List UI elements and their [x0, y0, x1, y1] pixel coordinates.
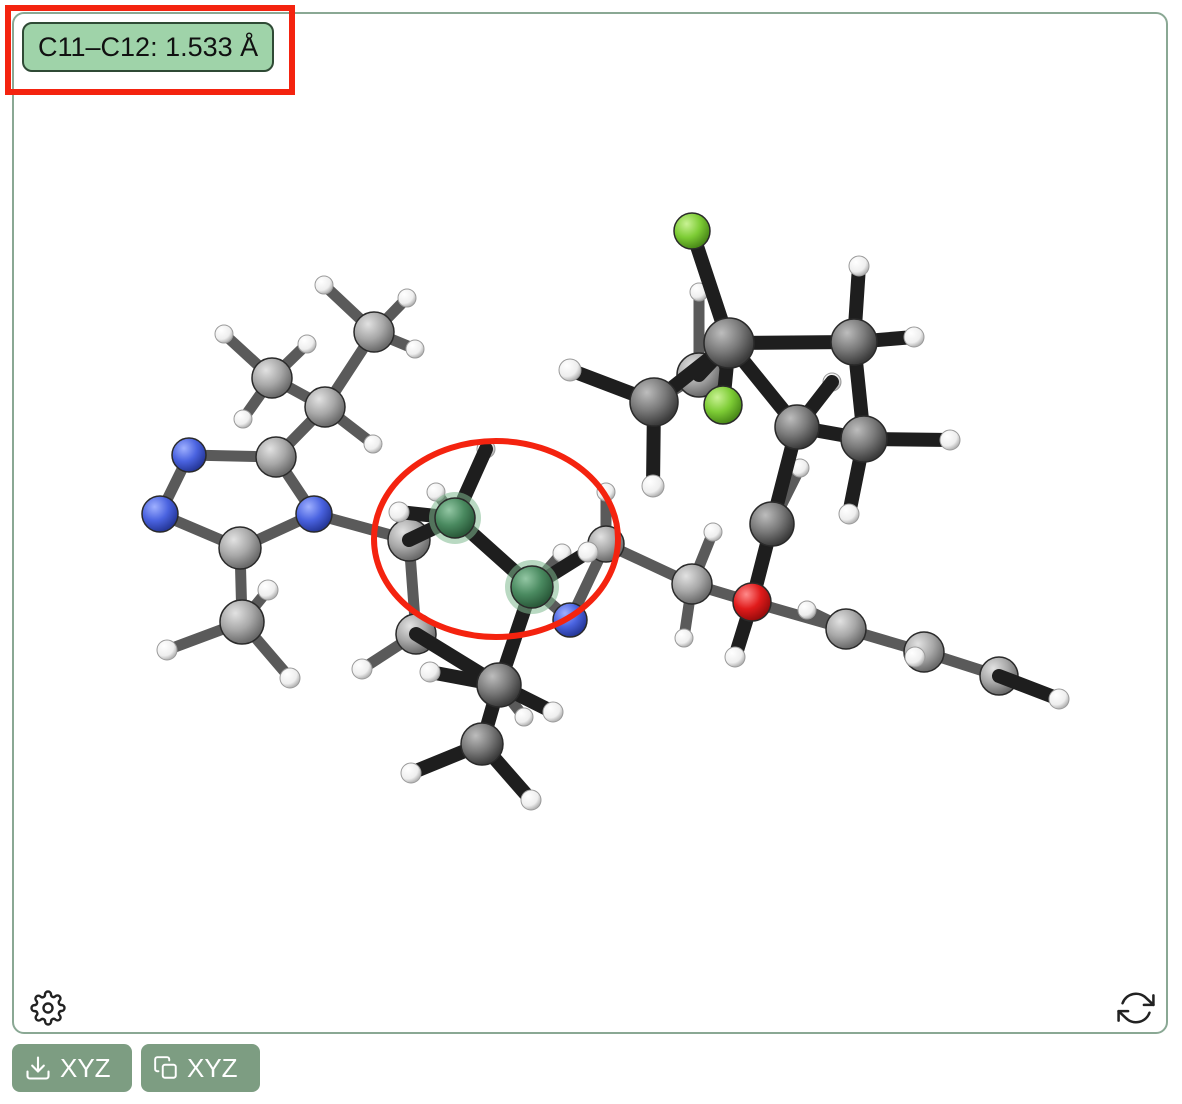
- hydrogen-atom[interactable]: [848, 255, 870, 277]
- hydrogen-atom[interactable]: [297, 334, 317, 354]
- copy-icon: [154, 1056, 177, 1079]
- hydrogen-atom[interactable]: [351, 658, 373, 680]
- nitrogen-atom[interactable]: [171, 437, 207, 473]
- selected-carbon-atom[interactable]: [505, 560, 559, 614]
- settings-button[interactable]: [28, 988, 68, 1028]
- hydrogen-atom[interactable]: [388, 501, 410, 523]
- hydrogen-atom[interactable]: [214, 324, 234, 344]
- carbon-atom[interactable]: [219, 599, 265, 645]
- bonds-front-layer: [392, 224, 1066, 807]
- hydrogen-atom[interactable]: [904, 646, 926, 668]
- measurement-badge: C11–C12: 1.533 Å: [22, 22, 275, 72]
- hydrogen-atom[interactable]: [397, 288, 417, 308]
- hydrogen-atom[interactable]: [674, 628, 694, 648]
- selected-carbon-atom[interactable]: [429, 492, 481, 544]
- nitrogen-atom[interactable]: [295, 495, 333, 533]
- hydrogen-atom[interactable]: [514, 707, 534, 727]
- hydrogen-atom[interactable]: [314, 275, 334, 295]
- hydrogen-atom[interactable]: [939, 429, 961, 451]
- nitrogen-atom[interactable]: [141, 495, 179, 533]
- carbon-atom[interactable]: [353, 311, 395, 353]
- copy-xyz-button[interactable]: XYZ: [141, 1044, 260, 1092]
- hydrogen-atom[interactable]: [641, 474, 665, 498]
- fluorine-atom[interactable]: [673, 212, 711, 250]
- download-icon: [26, 1056, 50, 1080]
- hydrogen-atom[interactable]: [156, 639, 178, 661]
- carbon-atom[interactable]: [825, 608, 867, 650]
- molecule-viewer[interactable]: [12, 12, 1168, 1034]
- hydrogen-atom[interactable]: [542, 701, 564, 723]
- carbon-atom[interactable]: [830, 318, 878, 366]
- copy-label: XYZ: [187, 1052, 238, 1083]
- hydrogen-atom[interactable]: [797, 600, 817, 620]
- hydrogen-atom[interactable]: [1048, 688, 1070, 710]
- carbon-atom[interactable]: [460, 722, 504, 766]
- carbon-atom[interactable]: [774, 404, 820, 450]
- carbon-atom[interactable]: [671, 563, 713, 605]
- carbon-atom[interactable]: [304, 386, 346, 428]
- carbon-atom[interactable]: [218, 526, 262, 570]
- carbon-atom[interactable]: [703, 317, 755, 369]
- hydrogen-atom[interactable]: [520, 789, 542, 811]
- reset-view-button[interactable]: [1116, 988, 1156, 1028]
- hydrogen-atom[interactable]: [838, 503, 860, 525]
- carbon-atom[interactable]: [255, 436, 297, 478]
- carbon-atom[interactable]: [749, 501, 795, 547]
- hydrogen-atom[interactable]: [400, 762, 422, 784]
- carbon-atom[interactable]: [629, 377, 679, 427]
- hydrogen-atom[interactable]: [405, 339, 425, 359]
- carbon-atom[interactable]: [840, 415, 888, 463]
- fluorine-atom[interactable]: [703, 385, 743, 425]
- hydrogen-atom[interactable]: [233, 409, 253, 429]
- download-label: XYZ: [60, 1052, 111, 1083]
- oxygen-atom[interactable]: [732, 582, 772, 622]
- hydrogen-atom[interactable]: [703, 522, 723, 542]
- carbon-atom[interactable]: [251, 357, 293, 399]
- molecule-canvas[interactable]: [14, 14, 1168, 1034]
- carbon-atom[interactable]: [476, 662, 522, 708]
- gear-icon: [30, 990, 66, 1026]
- hydrogen-atom[interactable]: [257, 579, 279, 601]
- hydrogen-atom[interactable]: [724, 646, 746, 668]
- refresh-icon: [1117, 992, 1155, 1024]
- hydrogen-atom[interactable]: [903, 326, 925, 348]
- hydrogen-atom[interactable]: [577, 541, 599, 563]
- hydrogen-atom[interactable]: [279, 667, 301, 689]
- hydrogen-atom[interactable]: [363, 434, 383, 454]
- download-xyz-button[interactable]: XYZ: [12, 1044, 132, 1092]
- hydrogen-atom[interactable]: [419, 661, 441, 683]
- hydrogen-atom[interactable]: [558, 358, 582, 382]
